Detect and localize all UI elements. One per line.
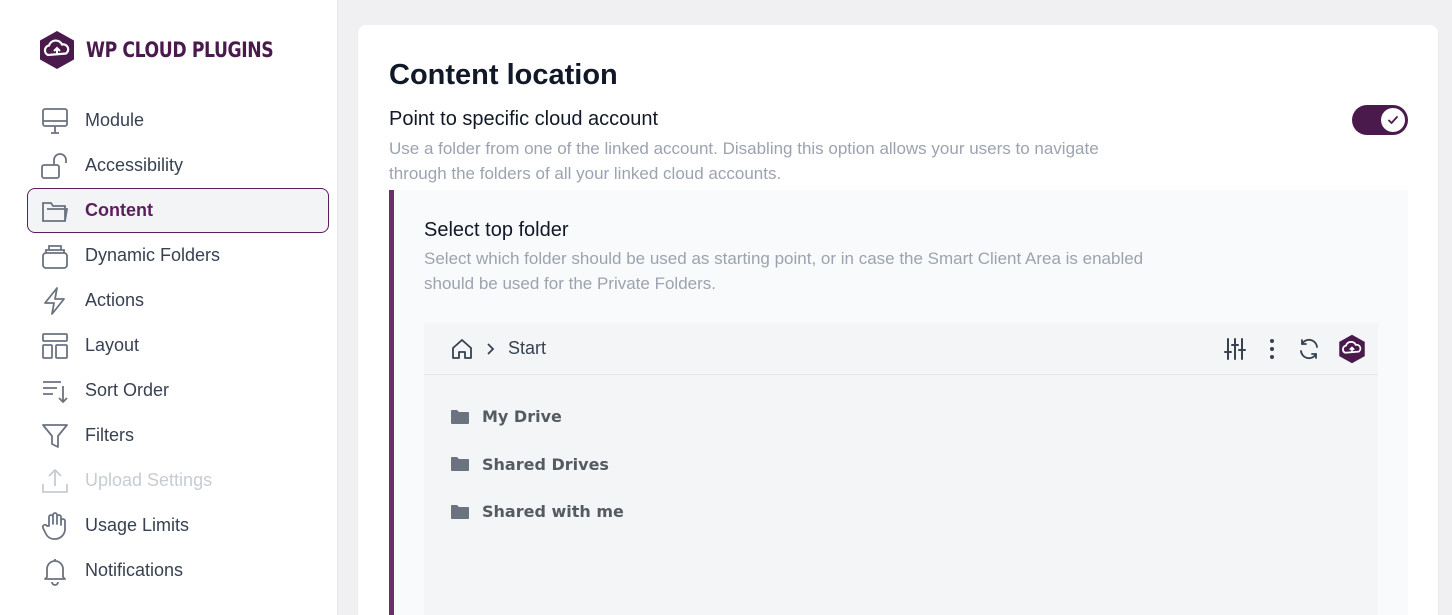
upload-icon — [40, 466, 70, 496]
option-title: Point to specific cloud account — [389, 108, 659, 130]
main-content: Content location Point to specific cloud… — [338, 0, 1452, 615]
sidebar-item-usage-limits[interactable]: Usage Limits — [27, 503, 329, 548]
top-folder-title: Select top folder — [424, 219, 569, 241]
folder-icon — [451, 504, 469, 519]
refresh-icon[interactable] — [1297, 337, 1321, 361]
layout-icon — [40, 331, 70, 361]
content-location-card: Content location Point to specific cloud… — [358, 25, 1438, 615]
folder-browser-header: Start — [424, 323, 1378, 375]
option-description: Use a folder from one of the linked acco… — [389, 139, 1099, 183]
more-vertical-icon[interactable] — [1260, 337, 1284, 361]
sliders-icon[interactable] — [1223, 337, 1247, 361]
monitor-icon — [40, 106, 70, 136]
stack-icon — [40, 241, 70, 271]
breadcrumb-start[interactable]: Start — [508, 338, 546, 359]
folder-item[interactable]: Shared with me — [424, 488, 1378, 536]
brand-logo[interactable]: WP CLOUD PLUGINS — [38, 28, 337, 72]
sidebar-item-module[interactable]: Module — [27, 98, 329, 143]
sidebar-item-accessibility[interactable]: Accessibility — [27, 143, 329, 188]
bolt-icon — [40, 286, 70, 316]
folder-icon — [451, 409, 469, 424]
brand-name: WP CLOUD PLUGINS — [86, 38, 274, 62]
folder-item[interactable]: My Drive — [424, 393, 1378, 441]
sidebar-nav: Module Accessibility Content Dynamic Fol… — [0, 98, 337, 593]
folder-open-icon — [40, 196, 70, 226]
chevron-right-icon — [487, 343, 495, 355]
folder-browser: Start My Drive Shared Drives Shared with… — [424, 323, 1378, 615]
unlock-icon — [40, 151, 70, 181]
top-folder-description: Select which folder should be used as st… — [424, 249, 1144, 293]
sidebar-item-layout[interactable]: Layout — [27, 323, 329, 368]
sidebar-item-content[interactable]: Content — [27, 188, 329, 233]
sidebar: WP CLOUD PLUGINS Module Accessibility Co… — [0, 0, 338, 615]
wp-cloud-plugins-logo-icon — [40, 31, 74, 69]
sidebar-item-sort-order[interactable]: Sort Order — [27, 368, 329, 413]
sidebar-item-actions[interactable]: Actions — [27, 278, 329, 323]
page-title: Content location — [389, 59, 618, 91]
sidebar-item-notifications[interactable]: Notifications — [27, 548, 329, 593]
bell-icon — [40, 556, 70, 586]
sidebar-item-upload-settings[interactable]: Upload Settings — [27, 458, 329, 503]
folder-list: My Drive Shared Drives Shared with me — [424, 375, 1378, 536]
sidebar-item-filters[interactable]: Filters — [27, 413, 329, 458]
check-icon — [1388, 116, 1398, 124]
sort-icon — [40, 376, 70, 406]
filter-icon — [40, 421, 70, 451]
folder-item[interactable]: Shared Drives — [424, 441, 1378, 489]
sidebar-item-dynamic-folders[interactable]: Dynamic Folders — [27, 233, 329, 278]
hand-icon — [40, 511, 70, 541]
point-to-account-toggle[interactable] — [1352, 105, 1408, 135]
cloud-account-icon[interactable] — [1337, 334, 1367, 364]
home-icon[interactable] — [451, 338, 473, 360]
top-folder-panel: Select top folder Select which folder sh… — [389, 190, 1408, 615]
folder-icon — [451, 457, 469, 472]
toggle-knob — [1381, 108, 1405, 132]
